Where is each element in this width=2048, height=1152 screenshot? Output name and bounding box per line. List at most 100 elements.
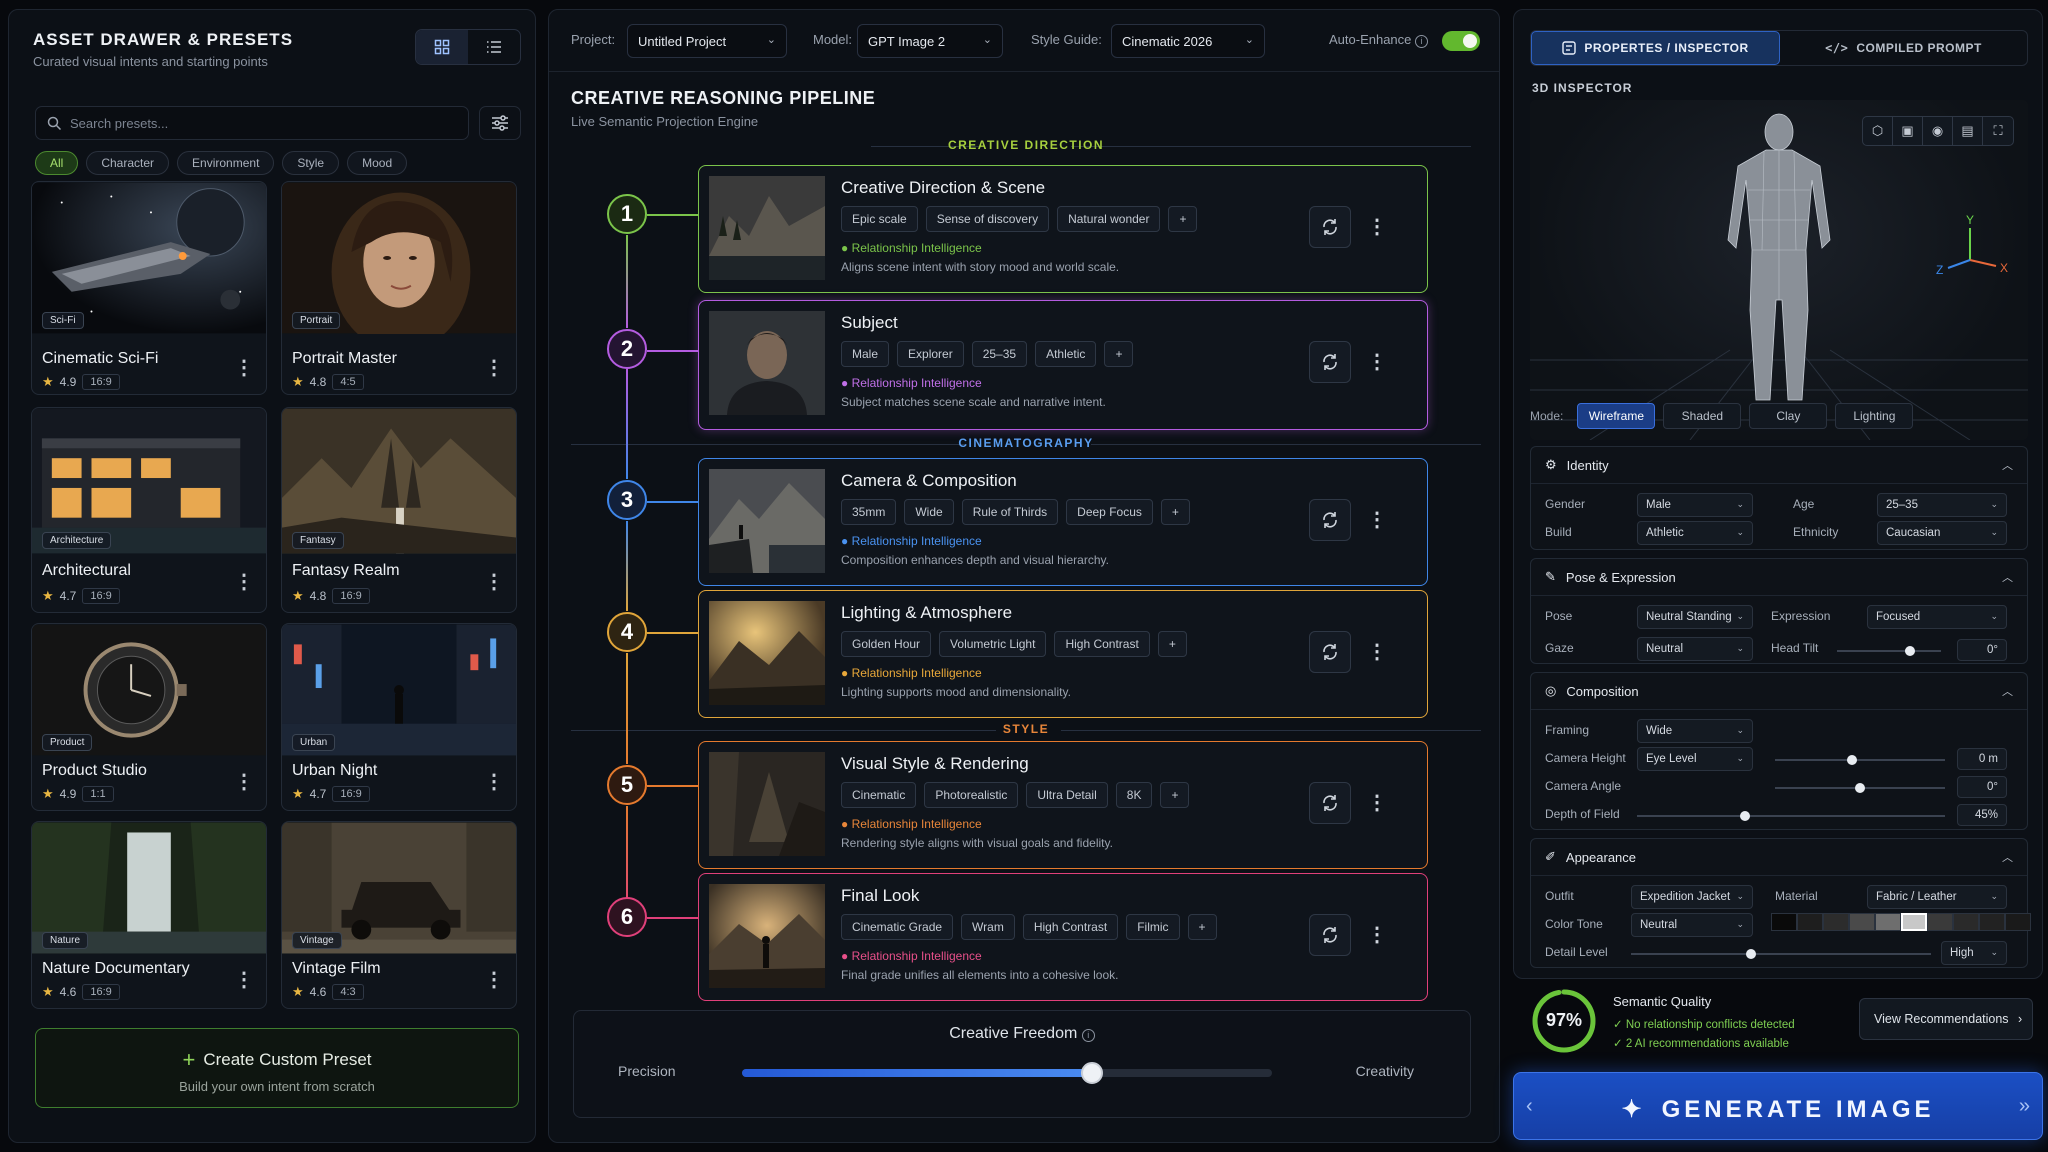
swatch[interactable] <box>1797 913 1823 931</box>
tab-properties-inspector[interactable]: PROPERTES / INSPECTOR <box>1531 31 1780 65</box>
tag[interactable]: Male <box>841 341 890 367</box>
preset-card-product-studio[interactable]: Product Product Studio ★ 4.9 1:1 ⋮ <box>31 623 267 811</box>
slider-handle[interactable] <box>1904 646 1915 656</box>
tag[interactable]: Photorealistic <box>924 782 1019 808</box>
filter-chip-character[interactable]: Character <box>86 151 170 175</box>
tag[interactable]: Deep Focus <box>1066 499 1153 525</box>
slider-handle[interactable] <box>1855 783 1865 793</box>
preset-card-cinematic-sci-fi[interactable]: Sci-Fi Cinematic Sci-Fi ★ 4.9 16:9 ⋮ <box>31 181 267 395</box>
detail-level-slider[interactable] <box>1631 949 1931 959</box>
list-view-button[interactable] <box>468 30 520 64</box>
swatch[interactable] <box>1823 913 1849 931</box>
slider-handle[interactable] <box>1746 949 1756 959</box>
swatch[interactable] <box>1771 913 1797 931</box>
age-select[interactable]: 25–35 ⌄ <box>1877 493 2007 517</box>
outfit-select[interactable]: Expedition Jacket ⌄ <box>1631 885 1753 909</box>
chevron-up-icon[interactable]: ︿ <box>2002 457 2013 473</box>
detail-level-select[interactable]: High ⌄ <box>1941 941 2007 965</box>
tag[interactable]: 35mm <box>841 499 897 525</box>
appearance-header[interactable]: ✐ Appearance <box>1545 839 1636 875</box>
view-recommendations-button[interactable]: View Recommendations › <box>1859 998 2033 1040</box>
more-options-icon[interactable]: ⋮ <box>1367 922 1387 947</box>
identity-header[interactable]: ⚙ Identity <box>1545 447 1609 483</box>
more-options-icon[interactable]: ⋮ <box>1367 790 1387 815</box>
mode-lighting[interactable]: Lighting <box>1835 403 1914 429</box>
tab-compiled-prompt[interactable]: </> COMPILED PROMPT <box>1780 31 2027 65</box>
add-tag-button[interactable]: + <box>1160 499 1190 525</box>
preset-card-architectural[interactable]: Architecture Architectural ★ 4.7 16:9 ⋮ <box>31 407 267 613</box>
creative-freedom-slider[interactable] <box>742 1062 1272 1084</box>
composition-header[interactable]: ◎ Composition <box>1545 673 1639 709</box>
preset-card-nature-documentary[interactable]: Nature Nature Documentary ★ 4.6 16:9 ⋮ <box>31 821 267 1009</box>
add-tag-button[interactable]: + <box>1187 914 1217 940</box>
add-tag-button[interactable]: + <box>1104 341 1134 367</box>
create-custom-preset-button[interactable]: + Create Custom Preset Build your own int… <box>35 1028 519 1108</box>
depth-of-field-value[interactable]: 45% <box>1957 804 2007 826</box>
more-options-icon[interactable]: ⋮ <box>484 970 504 990</box>
more-options-icon[interactable]: ⋮ <box>1367 214 1387 239</box>
step-card-camera-composition[interactable]: Camera & Composition 35mm Wide Rule of T… <box>698 458 1428 586</box>
swatch[interactable] <box>1953 913 1979 931</box>
tag[interactable]: Volumetric Light <box>939 631 1047 657</box>
camera-height-slider[interactable] <box>1775 755 1945 765</box>
tag[interactable]: Wram <box>961 914 1015 940</box>
head-tilt-slider[interactable] <box>1837 646 1941 656</box>
model-select[interactable]: GPT Image 2 ⌄ <box>857 24 1003 58</box>
step-card-visual-style[interactable]: Visual Style & Rendering Cinematic Photo… <box>698 741 1428 869</box>
color-tone-select[interactable]: Neutral ⌄ <box>1631 913 1753 937</box>
pose-header[interactable]: ✎ Pose & Expression <box>1545 559 1676 595</box>
more-options-icon[interactable]: ⋮ <box>484 572 504 592</box>
style-guide-select[interactable]: Cinematic 2026 ⌄ <box>1111 24 1265 58</box>
tag[interactable]: Golden Hour <box>841 631 932 657</box>
step-card-subject[interactable]: Subject Male Explorer 25–35 Athletic + ●… <box>698 300 1428 430</box>
build-select[interactable]: Athletic ⌄ <box>1637 521 1753 545</box>
more-options-icon[interactable]: ⋮ <box>1367 507 1387 532</box>
swatch-selected[interactable] <box>1901 913 1927 931</box>
tag[interactable]: Sense of discovery <box>925 206 1050 232</box>
camera-icon[interactable]: ◉ <box>1923 117 1953 145</box>
refresh-step-button[interactable] <box>1309 341 1351 383</box>
filter-chip-all[interactable]: All <box>35 151 79 175</box>
more-options-icon[interactable]: ⋮ <box>234 358 254 378</box>
tag[interactable]: Filmic <box>1126 914 1180 940</box>
add-tag-button[interactable]: + <box>1157 631 1187 657</box>
mode-clay[interactable]: Clay <box>1749 403 1828 429</box>
tag[interactable]: High Contrast <box>1022 914 1119 940</box>
add-tag-button[interactable]: + <box>1168 206 1198 232</box>
material-select[interactable]: Fabric / Leather ⌄ <box>1867 885 2007 909</box>
tag[interactable]: 8K <box>1115 782 1153 808</box>
camera-height-select[interactable]: Eye Level ⌄ <box>1637 747 1753 771</box>
preset-card-urban-night[interactable]: Urban Urban Night ★ 4.7 16:9 ⋮ <box>281 623 517 811</box>
expression-select[interactable]: Focused ⌄ <box>1867 605 2007 629</box>
slider-handle[interactable] <box>1846 755 1857 765</box>
chevron-up-icon[interactable]: ︿ <box>2002 569 2013 585</box>
chevron-up-icon[interactable]: ︿ <box>2002 849 2013 865</box>
auto-enhance-toggle[interactable] <box>1442 31 1480 51</box>
more-options-icon[interactable]: ⋮ <box>484 358 504 378</box>
tag[interactable]: High Contrast <box>1054 631 1150 657</box>
add-tag-button[interactable]: + <box>1160 782 1190 808</box>
gaze-select[interactable]: Neutral ⌄ <box>1637 637 1753 661</box>
filter-chip-style[interactable]: Style <box>282 151 340 175</box>
more-options-icon[interactable]: ⋮ <box>234 572 254 592</box>
slider-handle[interactable] <box>1739 811 1750 821</box>
filter-chip-mood[interactable]: Mood <box>347 151 408 175</box>
tag[interactable]: Athletic <box>1035 341 1097 367</box>
preset-search-input[interactable]: Search presets... <box>35 106 469 140</box>
preset-card-fantasy-realm[interactable]: Fantasy Fantasy Realm ★ 4.8 16:9 ⋮ <box>281 407 517 613</box>
step-card-final-look[interactable]: Final Look Cinematic Grade Wram High Con… <box>698 873 1428 1001</box>
tag[interactable]: Rule of Thirds <box>961 499 1059 525</box>
chevron-up-icon[interactable]: ︿ <box>2002 683 2013 699</box>
filter-settings-button[interactable] <box>479 106 521 140</box>
tag[interactable]: Ultra Detail <box>1026 782 1108 808</box>
refresh-step-button[interactable] <box>1309 206 1351 248</box>
step-card-creative-direction[interactable]: Creative Direction & Scene Epic scale Se… <box>698 165 1428 293</box>
swatch[interactable] <box>2005 913 2031 931</box>
more-options-icon[interactable]: ⋮ <box>1367 639 1387 664</box>
slider-handle[interactable] <box>1080 1062 1103 1084</box>
more-options-icon[interactable]: ⋮ <box>1367 349 1387 374</box>
swatch[interactable] <box>1849 913 1875 931</box>
fullscreen-icon[interactable]: ⛶ <box>1983 117 2013 145</box>
layout-icon[interactable]: ▤ <box>1953 117 1983 145</box>
generate-image-button[interactable]: ‹ ✦ GENERATE IMAGE » <box>1513 1072 2043 1140</box>
